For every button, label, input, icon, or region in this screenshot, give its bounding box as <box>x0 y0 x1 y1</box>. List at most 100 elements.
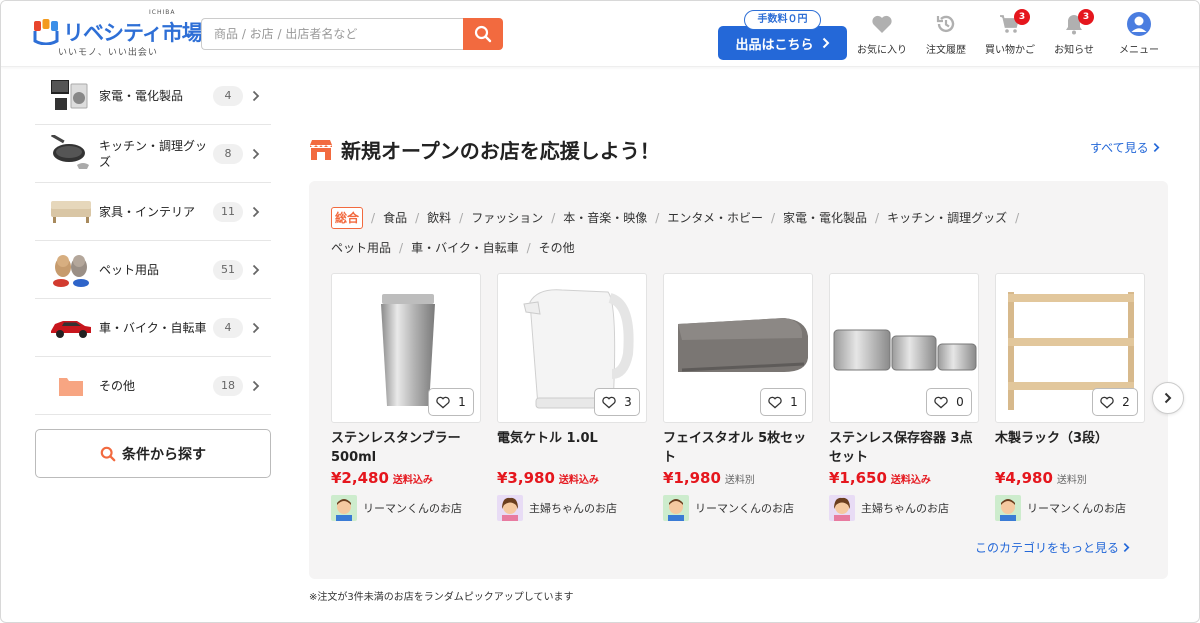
shop-name: リーマンくんのお店 <box>1027 502 1126 515</box>
shop-name: リーマンくんのお店 <box>695 502 794 515</box>
car-thumbnail <box>49 308 93 348</box>
sidebar-item-furniture[interactable]: 家具・インテリア 11 <box>35 183 271 241</box>
tab-entertainment[interactable]: エンタメ・ホビー <box>667 203 763 233</box>
listing-button[interactable]: 出品はこちら <box>718 26 847 60</box>
tab-books-music[interactable]: 本・音楽・映像 <box>563 203 647 233</box>
product-card[interactable]: 3 電気ケトル 1.0L ¥3,980 送料込み 主婦ちゃんのお店 <box>497 273 647 521</box>
nav-notifications[interactable]: 3 お知らせ <box>1043 9 1105 61</box>
category-sidebar: 家電・電化製品 4 キッチン・調理グッズ 8 家具・インテリア 11 ペット用品 <box>35 67 271 415</box>
carousel-next-button[interactable] <box>1152 382 1184 414</box>
favorite-button[interactable]: 0 <box>926 388 972 416</box>
search-button[interactable] <box>463 18 503 50</box>
search-by-condition-button[interactable]: 条件から探す <box>35 429 271 478</box>
heart-outline-icon <box>1100 396 1114 408</box>
shop-link[interactable]: リーマンくんのお店 <box>663 495 813 521</box>
favorite-button[interactable]: 2 <box>1092 388 1138 416</box>
sidebar-item-vehicles[interactable]: 車・バイク・自転車 4 <box>35 299 271 357</box>
shop-link[interactable]: リーマンくんのお店 <box>331 495 481 521</box>
tab-vehicles[interactable]: 車・バイク・自転車 <box>411 233 519 263</box>
chevron-right-icon <box>1123 542 1130 553</box>
favorite-button[interactable]: 1 <box>428 388 474 416</box>
listing-cta: 手数料０円 出品はこちら <box>718 10 847 62</box>
product-card[interactable]: 2 木製ラック（3段） ¥4,980 送料別 リーマンくんのお店 <box>995 273 1145 521</box>
product-image[interactable]: 1 <box>663 273 813 423</box>
product-card[interactable]: 0 ステンレス保存容器 3点セット ¥1,650 送料込み 主婦ちゃんのお店 <box>829 273 979 521</box>
tab-separator: / <box>415 211 420 225</box>
shop-link[interactable]: 主婦ちゃんのお店 <box>497 495 647 521</box>
search-icon <box>100 446 116 461</box>
product-price: ¥1,650 <box>829 469 887 487</box>
nav-notifications-label: お知らせ <box>1054 45 1094 56</box>
see-all-link[interactable]: すべて見る <box>1090 139 1160 156</box>
shipping-label: 送料別 <box>724 475 755 486</box>
section-heading: 新規オープンのお店を応援しよう！ <box>309 135 660 164</box>
sidebar-item-label: 家電・電化製品 <box>99 88 184 103</box>
nav-cart-label: 買い物かご <box>985 45 1035 56</box>
product-name[interactable]: フェイスタオル 5枚セット <box>663 429 813 467</box>
shop-avatar-woman-icon <box>497 495 523 521</box>
chevron-right-icon <box>252 264 260 275</box>
search-bar <box>201 18 503 50</box>
product-name[interactable]: 木製ラック（3段） <box>995 429 1145 467</box>
chevron-right-icon <box>1164 392 1172 404</box>
tab-appliances[interactable]: 家電・電化製品 <box>783 203 867 233</box>
sidebar-item-label: ペット用品 <box>99 262 160 277</box>
category-count: 4 <box>213 85 243 106</box>
sidebar-item-pets[interactable]: ペット用品 51 <box>35 241 271 299</box>
shop-link[interactable]: 主婦ちゃんのお店 <box>829 495 979 521</box>
favorite-button[interactable]: 3 <box>594 388 640 416</box>
more-in-category-link[interactable]: このカテゴリをもっと見る <box>975 539 1130 556</box>
nav-menu[interactable]: メニュー <box>1108 11 1170 61</box>
tab-fashion[interactable]: ファッション <box>471 203 543 233</box>
category-count: 18 <box>213 375 243 396</box>
tab-other[interactable]: その他 <box>539 233 575 263</box>
search-input[interactable] <box>201 18 465 50</box>
nav-favorites[interactable]: お気に入り <box>851 11 913 61</box>
more-in-category-label: このカテゴリをもっと見る <box>975 541 1120 555</box>
product-image[interactable]: 2 <box>995 273 1145 423</box>
shop-avatar-man-icon <box>663 495 689 521</box>
tab-pets[interactable]: ペット用品 <box>331 233 391 263</box>
favorite-count: 1 <box>790 395 798 409</box>
cart-count-badge: 3 <box>1014 9 1030 25</box>
product-card[interactable]: 1 ステンレスタンブラー 500ml ¥2,480 送料込み リーマンくんのお店 <box>331 273 481 521</box>
tab-all[interactable]: 総合 <box>331 207 364 229</box>
product-image[interactable]: 1 <box>331 273 481 423</box>
category-count: 51 <box>213 259 243 280</box>
product-price: ¥1,980 <box>663 469 721 487</box>
shop-link[interactable]: リーマンくんのお店 <box>995 495 1145 521</box>
product-card[interactable]: 1 フェイスタオル 5枚セット ¥1,980 送料別 リーマンくんのお店 <box>663 273 813 521</box>
shop-avatar-man-icon <box>995 495 1021 521</box>
sidebar-item-kitchen[interactable]: キッチン・調理グッズ 8 <box>35 125 271 183</box>
notification-count-badge: 3 <box>1078 9 1094 25</box>
category-count: 8 <box>213 143 243 164</box>
sidebar-item-other[interactable]: その他 18 <box>35 357 271 415</box>
search-icon <box>474 25 492 43</box>
product-image[interactable]: 3 <box>497 273 647 423</box>
tab-drinks[interactable]: 飲料 <box>427 203 451 233</box>
shipping-label: 送料込み <box>890 475 931 486</box>
product-name[interactable]: ステンレスタンブラー 500ml <box>331 429 481 467</box>
product-name[interactable]: 電気ケトル 1.0L <box>497 429 647 467</box>
logo-ichiba-text: ICHIBA <box>149 9 176 16</box>
chevron-right-icon <box>252 322 260 333</box>
tab-kitchen[interactable]: キッチン・調理グッズ <box>887 203 1007 233</box>
product-name[interactable]: ステンレス保存容器 3点セット <box>829 429 979 467</box>
search-by-condition-label: 条件から探す <box>122 446 206 463</box>
nav-cart[interactable]: 3 買い物かご <box>979 9 1041 61</box>
folder-icon <box>59 377 83 396</box>
shop-avatar-woman-icon <box>829 495 855 521</box>
chevron-right-icon <box>252 380 260 391</box>
product-image[interactable]: 0 <box>829 273 979 423</box>
sidebar-item-label: その他 <box>99 378 136 393</box>
sidebar-item-label: 車・バイク・自転車 <box>99 320 207 335</box>
category-tabs: 総合 / 食品 / 飲料 / ファッション / 本・音楽・映像 / エンタメ・ホビー / 家電・電化製品… <box>331 203 1131 263</box>
favorite-button[interactable]: 1 <box>760 388 806 416</box>
nav-order-history[interactable]: 注文履歴 <box>915 11 977 61</box>
site-logo[interactable]: ICHIBA リベシティ市場 いいモノ、いい出会い <box>33 9 203 59</box>
tab-food[interactable]: 食品 <box>383 203 407 233</box>
shop-name: リーマンくんのお店 <box>363 502 462 515</box>
pet-thumbnail <box>49 250 93 290</box>
chevron-right-icon <box>822 37 829 49</box>
sidebar-item-appliances[interactable]: 家電・電化製品 4 <box>35 67 271 125</box>
